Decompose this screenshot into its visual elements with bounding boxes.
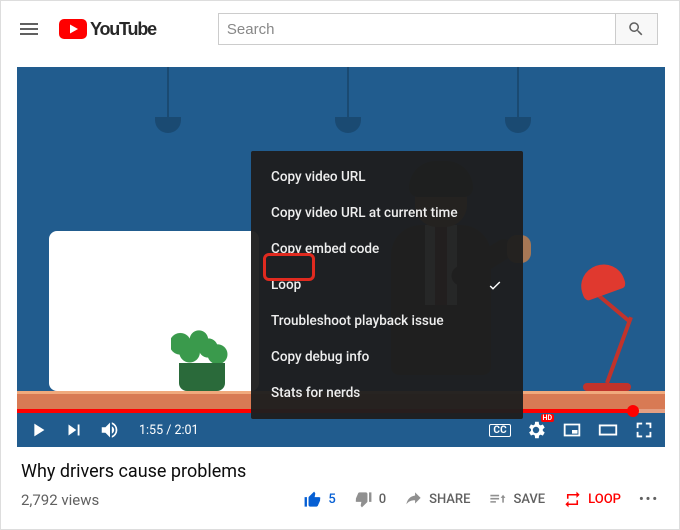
theater-icon[interactable] [597,419,619,441]
view-count: 2,792 views [21,491,99,509]
fullscreen-icon[interactable] [633,419,655,441]
thumbs-down-icon [354,490,373,509]
gear-icon [525,419,547,441]
share-button[interactable]: SHARE [404,490,470,509]
share-icon [404,490,423,509]
ctx-copy-debug-info[interactable]: Copy debug info [251,339,523,375]
ctx-loop[interactable]: Loop [251,267,523,303]
ctx-copy-video-url-at-time[interactable]: Copy video URL at current time [251,195,523,231]
like-button[interactable]: 5 [303,490,335,509]
loop-button[interactable]: LOOP [563,490,621,509]
miniplayer-icon[interactable] [561,419,583,441]
ctx-copy-embed-code[interactable]: Copy embed code [251,231,523,267]
loop-icon [563,490,582,509]
video-context-menu: Copy video URL Copy video URL at current… [251,151,523,419]
cc-button[interactable]: CC [489,424,511,437]
youtube-logo[interactable]: YouTube [59,17,156,41]
search-button[interactable] [616,13,658,45]
hd-badge: HD [541,414,555,422]
video-player[interactable]: Copy video URL Copy video URL at current… [17,67,665,447]
dislike-button[interactable]: 0 [354,490,386,509]
more-actions-button[interactable]: ••• [639,492,659,507]
save-button[interactable]: SAVE [488,490,545,509]
ctx-copy-video-url[interactable]: Copy video URL [251,159,523,195]
ctx-troubleshoot[interactable]: Troubleshoot playback issue [251,303,523,339]
logo-text: YouTube [90,19,156,40]
action-bar: 5 0 SHARE SAVE LOOP ••• [303,490,659,509]
search-box [218,13,658,45]
ctx-stats-for-nerds[interactable]: Stats for nerds [251,375,523,411]
check-icon [487,277,503,293]
time-display: 1:55 / 2:01 [139,423,199,438]
masthead: YouTube [1,1,679,57]
video-title: Why drivers cause problems [21,461,659,482]
next-icon[interactable] [63,419,85,441]
search-input[interactable] [218,13,616,45]
play-icon[interactable] [27,419,49,441]
hamburger-icon[interactable] [17,17,41,41]
search-icon [627,20,645,38]
save-icon [488,490,507,509]
thumbs-up-icon [303,490,322,509]
video-info: Why drivers cause problems 2,792 views 5… [17,447,663,509]
settings-button[interactable]: HD [525,419,547,441]
volume-icon[interactable] [99,419,121,441]
